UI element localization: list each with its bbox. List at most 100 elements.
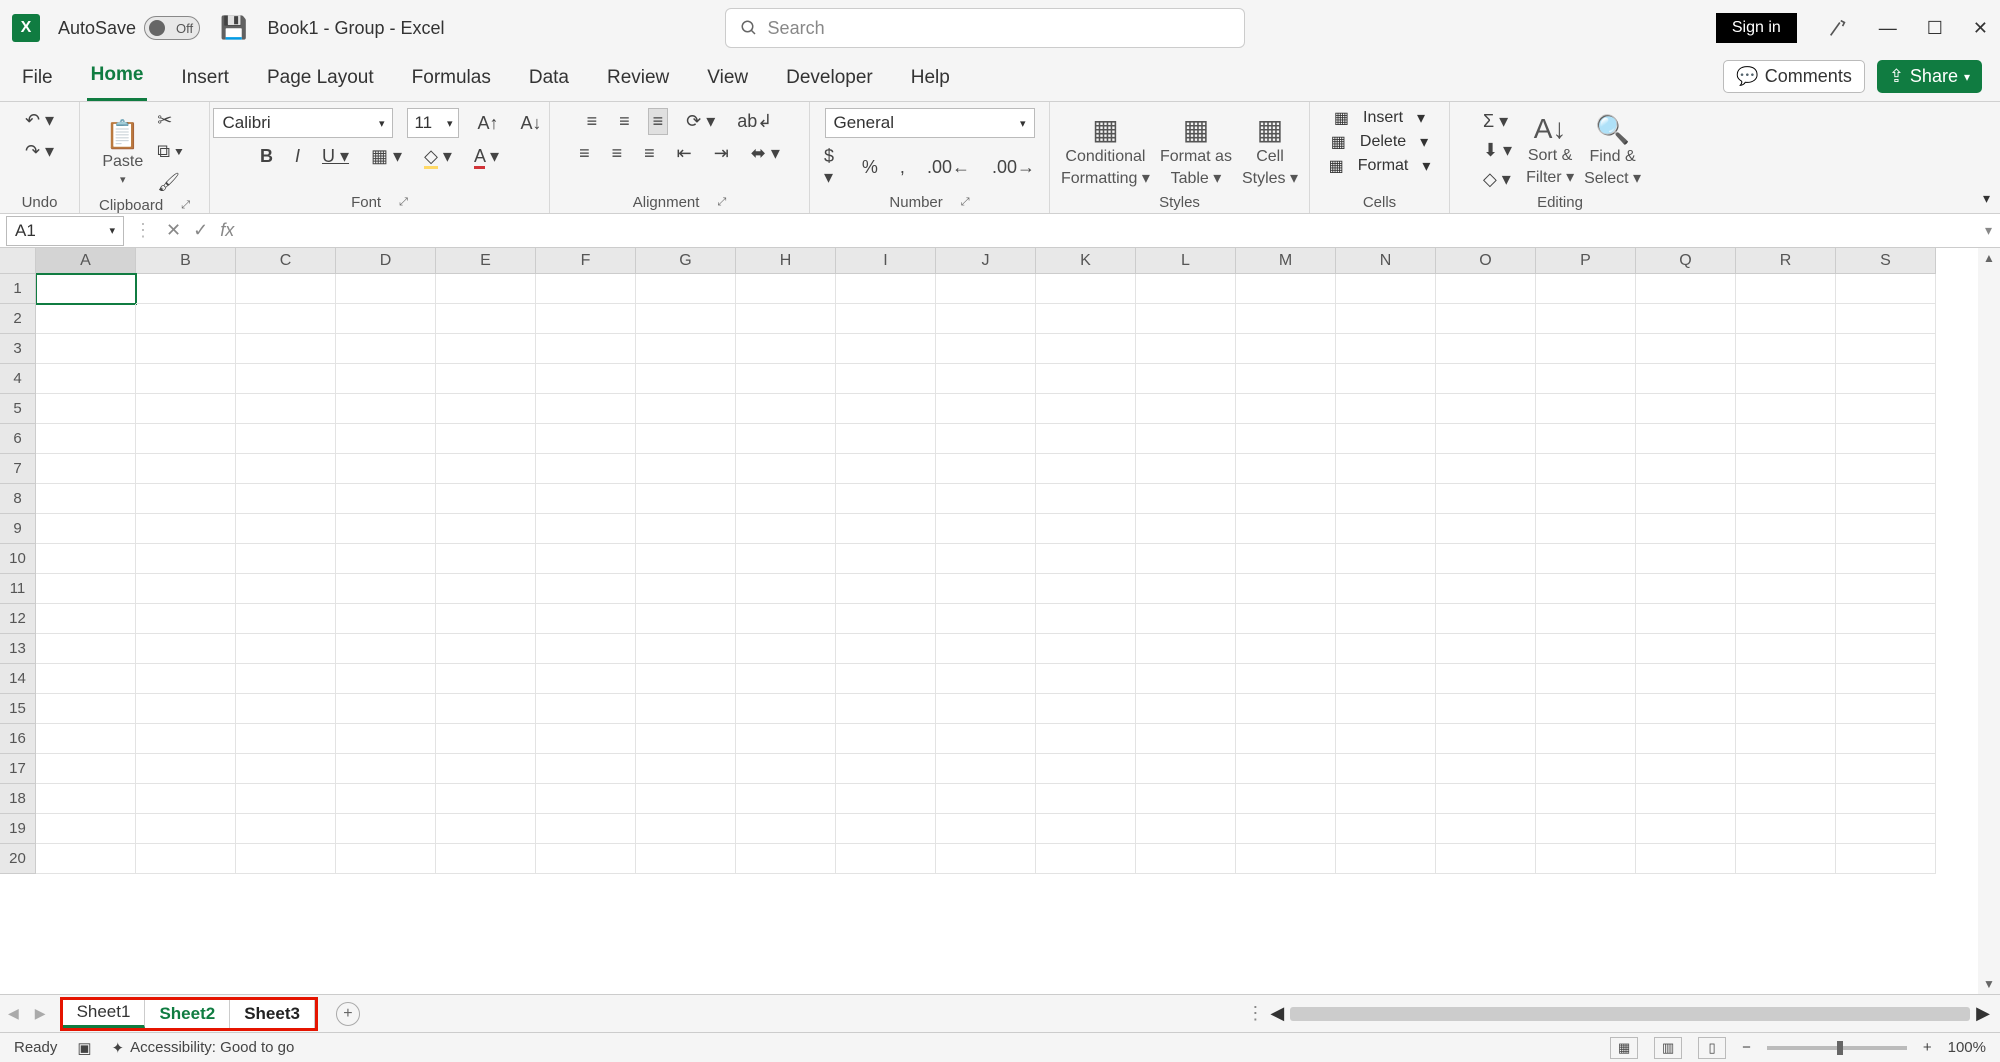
cell-J11[interactable] (936, 574, 1036, 604)
cell-F6[interactable] (536, 424, 636, 454)
cell-L18[interactable] (1136, 784, 1236, 814)
undo-button[interactable]: ↶ ▾ (21, 108, 58, 133)
cell-P7[interactable] (1536, 454, 1636, 484)
cell-H3[interactable] (736, 334, 836, 364)
cell-A5[interactable] (36, 394, 136, 424)
cell-Q13[interactable] (1636, 634, 1736, 664)
cell-K9[interactable] (1036, 514, 1136, 544)
row-header-15[interactable]: 15 (0, 694, 36, 724)
cell-D17[interactable] (336, 754, 436, 784)
percent-button[interactable]: % (858, 155, 882, 180)
close-button[interactable]: ✕ (1973, 18, 1988, 39)
cell-P10[interactable] (1536, 544, 1636, 574)
cell-Q4[interactable] (1636, 364, 1736, 394)
cell-S6[interactable] (1836, 424, 1936, 454)
row-header-17[interactable]: 17 (0, 754, 36, 784)
autosum-button[interactable]: Σ ▾ (1479, 109, 1516, 134)
share-button[interactable]: ⇪ Share ▾ (1877, 60, 1982, 93)
cell-O19[interactable] (1436, 814, 1536, 844)
save-icon[interactable]: 💾 (220, 15, 247, 41)
cell-I14[interactable] (836, 664, 936, 694)
cell-M6[interactable] (1236, 424, 1336, 454)
cell-F13[interactable] (536, 634, 636, 664)
cell-B20[interactable] (136, 844, 236, 874)
row-header-19[interactable]: 19 (0, 814, 36, 844)
cell-D3[interactable] (336, 334, 436, 364)
cell-L1[interactable] (1136, 274, 1236, 304)
borders-button[interactable]: ▦ ▾ (367, 144, 406, 169)
cell-C16[interactable] (236, 724, 336, 754)
cell-A16[interactable] (36, 724, 136, 754)
cell-R20[interactable] (1736, 844, 1836, 874)
sort-filter-button[interactable]: A↓ Sort & Filter ▾ (1526, 113, 1574, 187)
font-name-select[interactable]: Calibri▾ (213, 108, 393, 138)
cell-P12[interactable] (1536, 604, 1636, 634)
cell-P18[interactable] (1536, 784, 1636, 814)
cell-R15[interactable] (1736, 694, 1836, 724)
column-header-O[interactable]: O (1436, 248, 1536, 274)
scroll-up-button[interactable]: ▲ (1978, 248, 2000, 268)
column-header-A[interactable]: A (36, 248, 136, 274)
cell-F12[interactable] (536, 604, 636, 634)
cell-D4[interactable] (336, 364, 436, 394)
cell-E9[interactable] (436, 514, 536, 544)
cell-Q20[interactable] (1636, 844, 1736, 874)
accessibility-status[interactable]: ✦Accessibility: Good to go (112, 1039, 295, 1057)
cell-K14[interactable] (1036, 664, 1136, 694)
cell-O1[interactable] (1436, 274, 1536, 304)
cell-K2[interactable] (1036, 304, 1136, 334)
cell-O12[interactable] (1436, 604, 1536, 634)
tab-data[interactable]: Data (525, 67, 573, 101)
fill-button[interactable]: ⬇ ▾ (1479, 138, 1516, 163)
decrease-indent-button[interactable]: ⇤ (673, 141, 696, 166)
cell-F11[interactable] (536, 574, 636, 604)
tab-view[interactable]: View (703, 67, 752, 101)
cell-H10[interactable] (736, 544, 836, 574)
cell-Q8[interactable] (1636, 484, 1736, 514)
copy-button[interactable]: ⧉ ▾ (153, 139, 186, 164)
cell-M19[interactable] (1236, 814, 1336, 844)
next-sheet-button[interactable]: ▶ (27, 1005, 54, 1022)
cell-M18[interactable] (1236, 784, 1336, 814)
format-cells-button[interactable]: ▦Format ▾ (1329, 156, 1431, 176)
cell-M20[interactable] (1236, 844, 1336, 874)
cell-K19[interactable] (1036, 814, 1136, 844)
cell-E17[interactable] (436, 754, 536, 784)
cell-L7[interactable] (1136, 454, 1236, 484)
cell-H15[interactable] (736, 694, 836, 724)
row-header-20[interactable]: 20 (0, 844, 36, 874)
cell-F17[interactable] (536, 754, 636, 784)
cell-K15[interactable] (1036, 694, 1136, 724)
cell-C12[interactable] (236, 604, 336, 634)
autosave-control[interactable]: AutoSave Off (58, 16, 200, 40)
cell-H14[interactable] (736, 664, 836, 694)
cell-E19[interactable] (436, 814, 536, 844)
column-header-G[interactable]: G (636, 248, 736, 274)
cell-K16[interactable] (1036, 724, 1136, 754)
cell-R11[interactable] (1736, 574, 1836, 604)
cell-E11[interactable] (436, 574, 536, 604)
cell-C20[interactable] (236, 844, 336, 874)
cell-J17[interactable] (936, 754, 1036, 784)
cell-B17[interactable] (136, 754, 236, 784)
tab-home[interactable]: Home (87, 64, 148, 101)
cell-K17[interactable] (1036, 754, 1136, 784)
cell-S17[interactable] (1836, 754, 1936, 784)
column-header-L[interactable]: L (1136, 248, 1236, 274)
cell-G6[interactable] (636, 424, 736, 454)
cell-N5[interactable] (1336, 394, 1436, 424)
align-bottom-button[interactable]: ≡ (648, 108, 669, 135)
cell-H11[interactable] (736, 574, 836, 604)
cell-J10[interactable] (936, 544, 1036, 574)
cell-H19[interactable] (736, 814, 836, 844)
cell-P3[interactable] (1536, 334, 1636, 364)
cell-K5[interactable] (1036, 394, 1136, 424)
cell-G15[interactable] (636, 694, 736, 724)
cell-H4[interactable] (736, 364, 836, 394)
cell-R19[interactable] (1736, 814, 1836, 844)
fx-icon[interactable]: fx (220, 220, 234, 241)
dialog-launcher-icon[interactable]: ⤢ (399, 196, 408, 209)
cell-D9[interactable] (336, 514, 436, 544)
format-as-table-button[interactable]: ▦ Format as Table ▾ (1160, 113, 1232, 188)
cell-M8[interactable] (1236, 484, 1336, 514)
